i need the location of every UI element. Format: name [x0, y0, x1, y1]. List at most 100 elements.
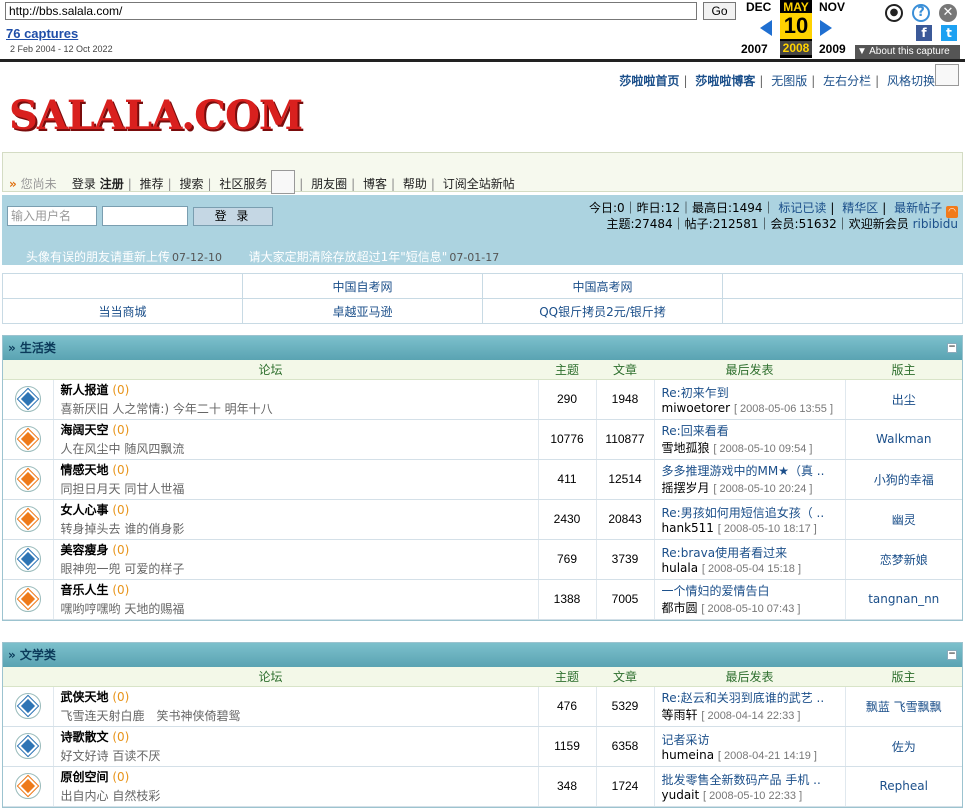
- link-cell[interactable]: 卓越亚马逊: [242, 298, 483, 324]
- close-icon[interactable]: ✕: [939, 4, 957, 22]
- last-post-user[interactable]: hank511: [662, 521, 714, 535]
- col-header-mod: 版主: [845, 360, 962, 380]
- forum-moderator[interactable]: 飘蓝 飞雪飘飘: [866, 700, 942, 714]
- col-header-topics: 主题: [538, 667, 596, 687]
- last-post-title[interactable]: 一个情妇的爱情告白: [662, 582, 832, 599]
- broken-image-icon: [935, 64, 959, 86]
- nav-subscribe[interactable]: 订阅全站新帖: [443, 177, 515, 191]
- stats-line-2: 主题:27484｜帖子:212581｜会员:51632｜欢迎新会员 ribibi…: [606, 215, 958, 232]
- link-cell[interactable]: 中国自考网: [242, 273, 483, 299]
- section-title[interactable]: » 生活类: [8, 341, 56, 355]
- last-post-title[interactable]: Re:赵云和关羽到底谁的武艺 ..: [662, 689, 832, 706]
- last-post-user[interactable]: miwoetorer: [662, 401, 731, 415]
- about-capture-button[interactable]: ▼ About this capture: [855, 45, 960, 59]
- top-link-split-view[interactable]: 左右分栏: [823, 74, 871, 88]
- prev-year[interactable]: 2007: [741, 42, 768, 56]
- last-post-user[interactable]: 都市圆: [662, 601, 698, 615]
- nav-friends[interactable]: 朋友圈: [311, 177, 347, 191]
- forum-name[interactable]: 美容瘦身: [61, 543, 109, 557]
- top-link-home[interactable]: 莎啦啦首页: [619, 74, 679, 88]
- next-month[interactable]: NOV: [819, 0, 845, 14]
- nav-help[interactable]: 帮助: [403, 177, 427, 191]
- last-post-title[interactable]: Re:男孩如何用短信追女孩（ ..: [662, 504, 832, 521]
- forum-moderator[interactable]: Walkman: [876, 432, 931, 446]
- last-post-user[interactable]: yudait: [662, 788, 700, 802]
- prev-capture-arrow-icon[interactable]: [760, 20, 772, 36]
- forum-status-icon: [14, 733, 41, 759]
- forum-moderator[interactable]: 小狗的幸福: [874, 473, 934, 487]
- last-post-user[interactable]: 雪地孤狼: [662, 441, 710, 455]
- mark-read-link[interactable]: 标记已读: [778, 201, 826, 215]
- collapse-icon[interactable]: −: [947, 650, 957, 660]
- forum-moderator[interactable]: 佐为: [892, 740, 916, 754]
- prev-month[interactable]: DEC: [746, 0, 771, 14]
- forum-name[interactable]: 武侠天地: [61, 690, 109, 704]
- go-button[interactable]: Go: [703, 2, 736, 20]
- forum-name[interactable]: 诗歌散文: [61, 730, 109, 744]
- section-header[interactable]: » 文学类 −: [3, 643, 962, 667]
- last-post-user[interactable]: 摇摆岁月: [662, 481, 710, 495]
- link-cell[interactable]: [722, 298, 963, 324]
- section-title[interactable]: » 文学类: [8, 648, 56, 662]
- forum-moderator[interactable]: tangnan_nn: [868, 592, 939, 606]
- last-post-title[interactable]: Re:回来看看: [662, 422, 832, 439]
- last-post-title[interactable]: 多多推理游戏中的MM★（真 ..: [662, 462, 832, 479]
- facebook-icon[interactable]: f: [916, 25, 932, 41]
- login-button[interactable]: 登 录: [193, 207, 273, 226]
- top-link-text-mode[interactable]: 无图版: [771, 74, 807, 88]
- user-icon[interactable]: ●: [885, 4, 903, 22]
- link-cell[interactable]: 当当商城: [2, 298, 243, 324]
- last-post-user[interactable]: humeina: [662, 748, 715, 762]
- link-cell[interactable]: 中国高考网: [482, 273, 723, 299]
- username-input[interactable]: 输入用户名: [7, 206, 97, 226]
- link-cell[interactable]: QQ银斤拷员2元/银斤拷: [482, 298, 723, 324]
- latest-posts-link[interactable]: 最新帖子: [894, 201, 942, 215]
- col-header-topics: 主题: [538, 360, 596, 380]
- collapse-icon[interactable]: −: [947, 343, 957, 353]
- new-member-link[interactable]: ribibidu: [913, 217, 958, 231]
- help-icon[interactable]: ?: [912, 4, 930, 22]
- forum-name[interactable]: 情感天地: [61, 463, 109, 477]
- forum-name[interactable]: 原创空间: [61, 770, 109, 784]
- link-cell[interactable]: [722, 273, 963, 299]
- last-post-user[interactable]: hulala: [662, 561, 699, 575]
- forum-topics: 411: [537, 459, 596, 500]
- last-post-title[interactable]: Re:初来乍到: [662, 384, 832, 401]
- nav-community-services[interactable]: 社区服务: [219, 177, 267, 191]
- forum-moderator[interactable]: 恋梦新娘: [880, 553, 928, 567]
- link-cell[interactable]: [2, 273, 243, 299]
- digest-link[interactable]: 精华区: [842, 201, 878, 215]
- next-capture-arrow-icon[interactable]: [820, 20, 832, 36]
- next-year[interactable]: 2009: [819, 42, 846, 56]
- top-link-style-switch[interactable]: 风格切换: [887, 74, 935, 88]
- last-post-title[interactable]: 批发零售全新数码产品 手机 ..: [662, 771, 832, 788]
- forum-status-icon: [14, 506, 41, 532]
- nav-login[interactable]: 登录: [72, 177, 96, 191]
- forum-name[interactable]: 音乐人生: [61, 583, 109, 597]
- forum-name[interactable]: 海阔天空: [61, 423, 109, 437]
- last-post-title[interactable]: 记者采访: [662, 731, 832, 748]
- captures-link[interactable]: 76 captures: [6, 26, 78, 41]
- password-input[interactable]: [102, 206, 188, 226]
- forum-moderator[interactable]: 出尘: [892, 393, 916, 407]
- top-link-blog[interactable]: 莎啦啦博客: [695, 74, 755, 88]
- last-post-title[interactable]: Re:brava使用者看过来: [662, 544, 832, 561]
- forum-name[interactable]: 新人报道: [61, 383, 109, 397]
- nav-search[interactable]: 搜索: [180, 177, 204, 191]
- section-header[interactable]: » 生活类 −: [3, 336, 962, 360]
- nav-register[interactable]: 注册: [100, 177, 124, 191]
- last-post-user[interactable]: 等雨轩: [662, 708, 698, 722]
- site-logo[interactable]: SALALA.COM: [9, 92, 303, 139]
- twitter-icon[interactable]: t: [941, 25, 957, 41]
- forum-moderator[interactable]: Repheal: [880, 779, 928, 793]
- url-input[interactable]: http://bbs.salala.com/: [5, 2, 697, 20]
- forum-moderator[interactable]: 幽灵: [892, 513, 916, 527]
- announcement-title[interactable]: 头像有误的朋友请重新上传: [26, 250, 170, 264]
- announcement-title[interactable]: 请大家定期清除存放超过1年"短信息": [249, 250, 448, 264]
- forum-name[interactable]: 女人心事: [61, 503, 109, 517]
- forum-posts: 3739: [595, 539, 654, 580]
- nav-blog[interactable]: 博客: [363, 177, 387, 191]
- nav-recommend[interactable]: 推荐: [140, 177, 164, 191]
- forum-status-icon: [14, 466, 41, 492]
- broken-image-icon: [271, 170, 296, 194]
